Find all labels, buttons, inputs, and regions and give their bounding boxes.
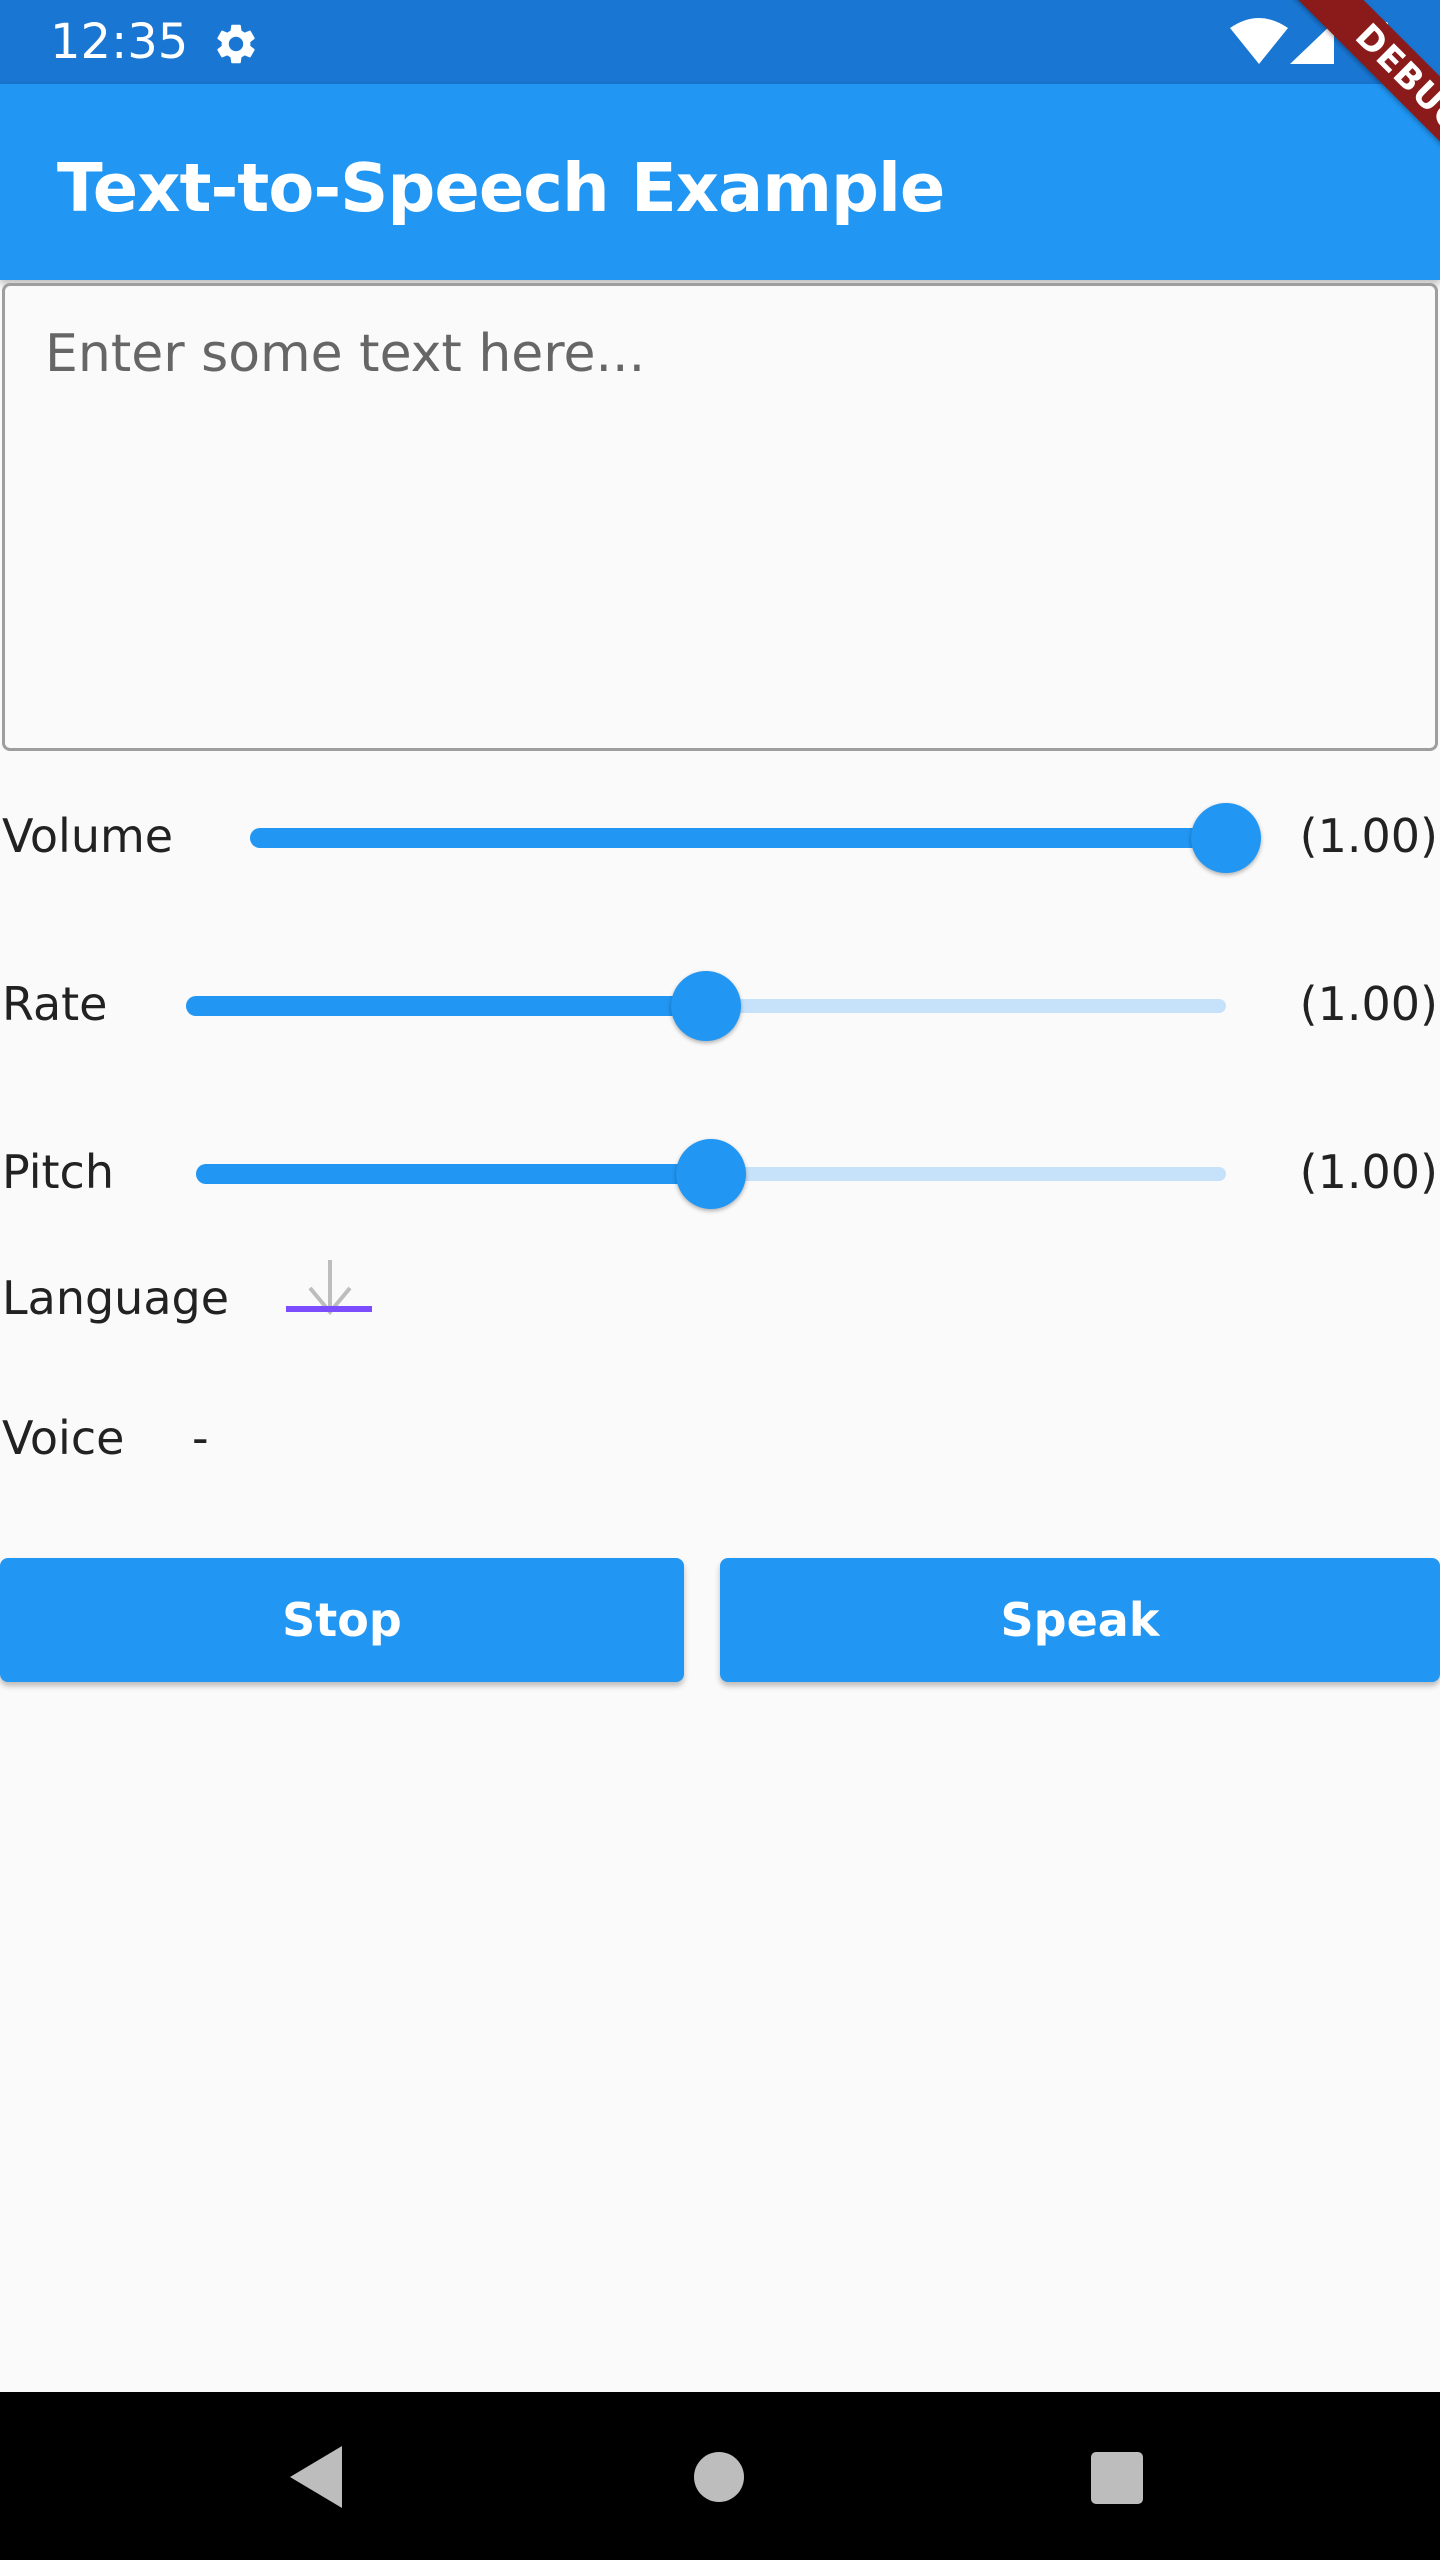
recents-icon[interactable] xyxy=(1091,2452,1143,2504)
rate-slider[interactable] xyxy=(186,971,1226,1041)
stop-button[interactable]: Stop xyxy=(0,1558,684,1682)
voice-value: - xyxy=(192,1411,209,1465)
status-time: 12:35 xyxy=(50,14,189,70)
rate-track-active xyxy=(186,996,706,1016)
rate-value: (1.00) xyxy=(1299,977,1438,1031)
status-bar: 12:35 xyxy=(0,0,1440,84)
rate-slider-thumb[interactable] xyxy=(671,971,741,1041)
speak-button[interactable]: Speak xyxy=(720,1558,1440,1682)
volume-slider[interactable] xyxy=(250,803,1261,873)
home-icon[interactable] xyxy=(694,2452,744,2502)
debug-banner-label: DEBUG xyxy=(1287,0,1440,200)
voice-label: Voice xyxy=(2,1411,125,1465)
screen: 12:35 DEBUG Text-to-Speech Example Volum… xyxy=(0,0,1440,2560)
pitch-value: (1.00) xyxy=(1299,1145,1438,1199)
debug-banner: DEBUG xyxy=(1240,0,1440,200)
language-label: Language xyxy=(2,1271,230,1325)
nav-bar xyxy=(0,2392,1440,2560)
app-bar: Text-to-Speech Example xyxy=(0,84,1440,280)
text-input[interactable] xyxy=(2,283,1438,751)
volume-track-active xyxy=(250,828,1226,848)
gear-icon xyxy=(217,24,255,64)
rate-label: Rate xyxy=(2,977,108,1031)
language-dropdown[interactable] xyxy=(286,1260,372,1318)
volume-value: (1.00) xyxy=(1299,809,1438,863)
volume-slider-thumb[interactable] xyxy=(1191,803,1261,873)
pitch-slider[interactable] xyxy=(196,1139,1226,1209)
pitch-slider-thumb[interactable] xyxy=(676,1139,746,1209)
back-icon[interactable] xyxy=(290,2446,346,2508)
pitch-label: Pitch xyxy=(2,1145,114,1199)
dropdown-underline xyxy=(286,1306,372,1312)
pitch-track-active xyxy=(196,1164,711,1184)
page-title: Text-to-Speech Example xyxy=(57,149,945,227)
volume-label: Volume xyxy=(2,809,174,863)
